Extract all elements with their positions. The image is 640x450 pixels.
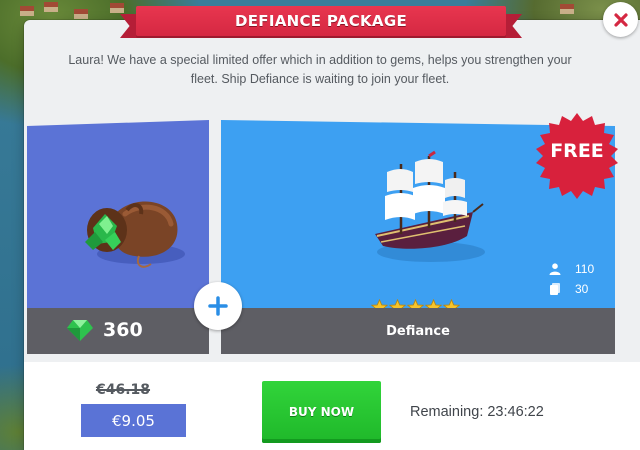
ship-name: Defiance [386, 324, 450, 339]
gem-count: 360 [103, 319, 143, 341]
close-button[interactable] [603, 2, 638, 37]
ship-defiance-image [375, 150, 485, 262]
gems-card: 360 [27, 120, 209, 354]
modal-title: DEFIANCE PACKAGE [235, 12, 407, 30]
ship-cargo-stat: 30 [549, 282, 588, 296]
map-building [560, 4, 574, 14]
ship-card-footer: Defiance [221, 308, 615, 354]
price-box: €9.05 [81, 404, 186, 437]
ship-crew-stat: 110 [549, 262, 594, 276]
old-price: €46.18 [96, 382, 151, 398]
remaining-timer: Remaining: 23:46:22 [410, 404, 544, 420]
cargo-value: 30 [575, 282, 589, 296]
plus-connector [194, 282, 242, 330]
map-building [110, 3, 124, 13]
plus-icon [208, 296, 228, 316]
gem-icon [67, 320, 93, 341]
buy-now-button[interactable]: BUY NOW [262, 381, 381, 443]
crew-icon [549, 263, 561, 275]
close-icon [613, 12, 628, 27]
gem-bag-icon [85, 201, 185, 268]
title-ribbon: DEFIANCE PACKAGE [120, 6, 522, 40]
map-building [74, 9, 88, 19]
map-building [44, 2, 58, 12]
cargo-icon [550, 283, 560, 295]
gems-card-footer: 360 [27, 308, 209, 354]
map-building [20, 6, 34, 16]
free-badge-label: FREE [550, 140, 604, 162]
crew-value: 110 [575, 262, 595, 276]
free-badge: FREE [534, 113, 620, 199]
offer-description: Laura! We have a special limited offer w… [68, 53, 572, 86]
